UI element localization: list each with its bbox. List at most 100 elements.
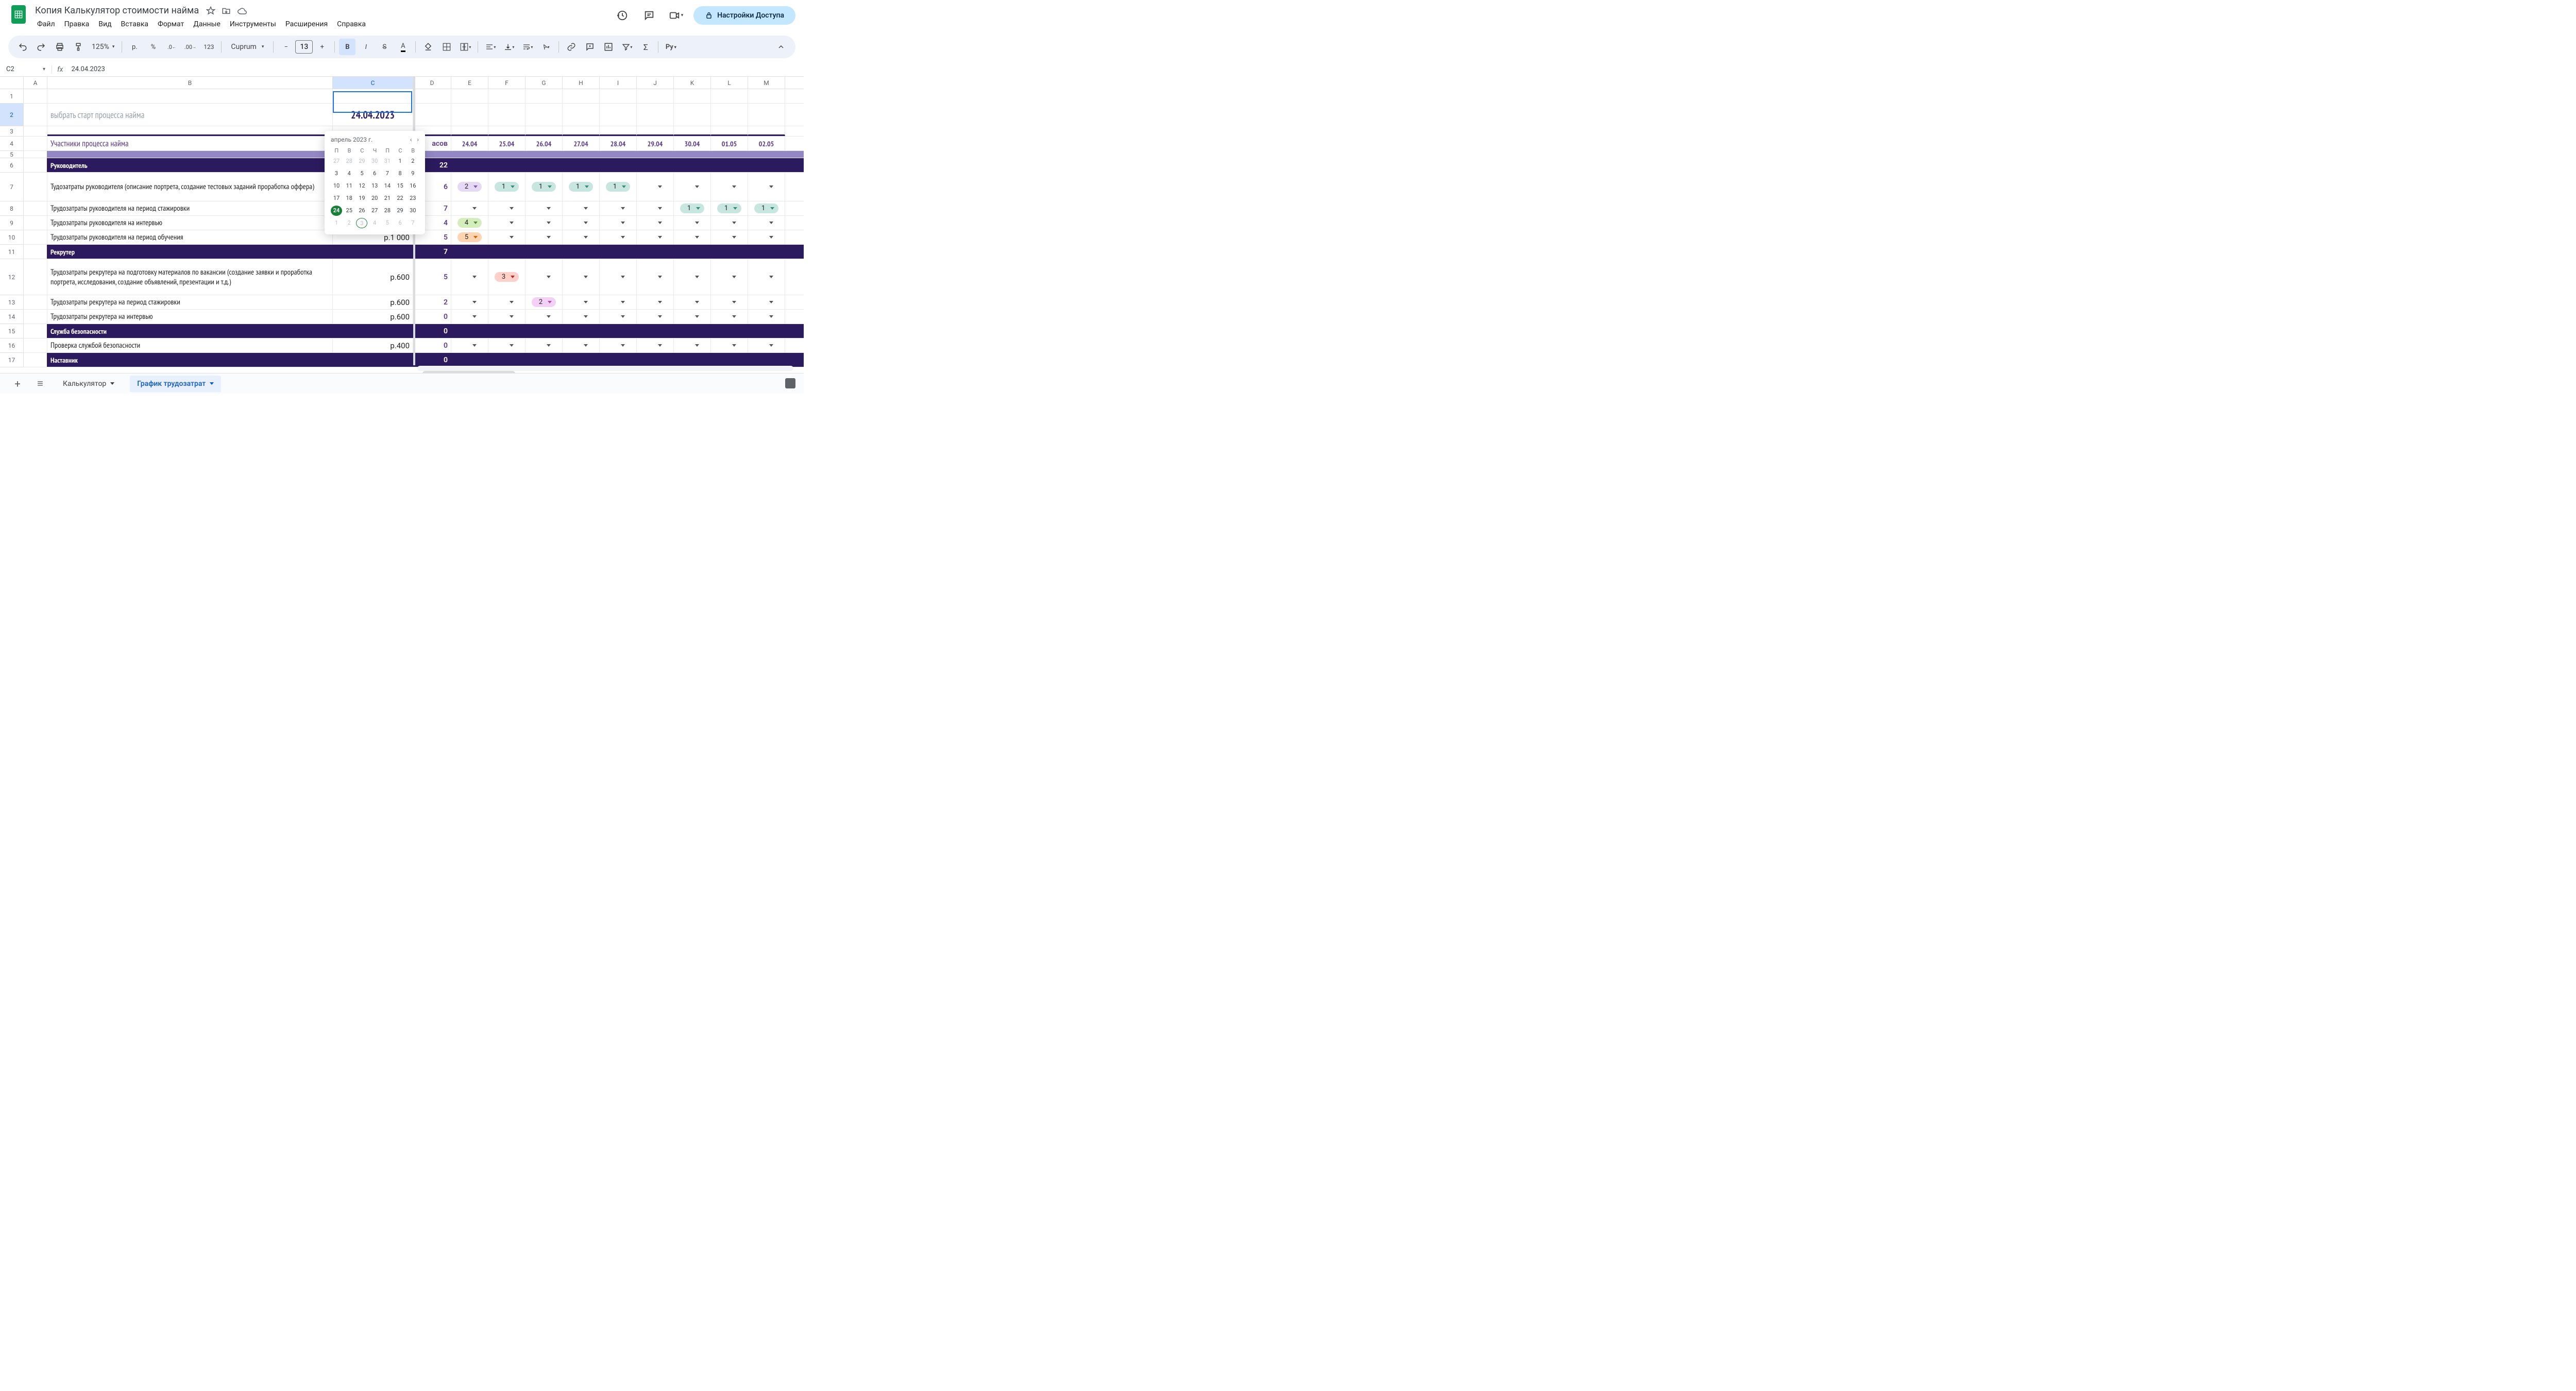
dp-day-22[interactable]: 22	[395, 193, 406, 203]
menu-вставка[interactable]: Вставка	[117, 18, 152, 30]
move-icon[interactable]	[222, 6, 231, 15]
chip-cell[interactable]	[526, 338, 563, 352]
dropdown-chip[interactable]	[495, 343, 519, 348]
italic-button[interactable]: I	[358, 39, 374, 55]
undo-button[interactable]	[14, 39, 31, 55]
dp-day-2[interactable]: 2	[407, 156, 418, 166]
chip-cell[interactable]	[563, 216, 600, 230]
chip-cell[interactable]	[563, 230, 600, 244]
dp-prev[interactable]: ‹	[410, 136, 412, 143]
strike-button[interactable]: S	[376, 39, 393, 55]
dropdown-chip[interactable]	[569, 275, 593, 279]
history-icon[interactable]	[613, 6, 632, 25]
zoom-select[interactable]: 125%▾	[89, 43, 117, 51]
chip-cell[interactable]	[637, 173, 674, 201]
dropdown-chip[interactable]	[495, 314, 519, 319]
row-header-6[interactable]: 6	[0, 158, 24, 173]
chip-cell[interactable]	[563, 338, 600, 352]
dropdown-chip[interactable]	[606, 314, 630, 319]
dropdown-chip[interactable]	[643, 300, 667, 304]
chip-cell[interactable]: 5	[451, 230, 488, 244]
dropdown-chip[interactable]	[755, 275, 778, 279]
dropdown-chip[interactable]: 1	[569, 182, 593, 192]
chip-cell[interactable]	[674, 230, 711, 244]
menu-справка[interactable]: Справка	[333, 18, 370, 30]
dropdown-chip[interactable]	[458, 275, 482, 279]
increase-decimal[interactable]: .00→	[182, 39, 198, 55]
dropdown-chip[interactable]: 1	[754, 203, 778, 213]
all-sheets-button[interactable]: ≡	[33, 377, 47, 390]
row-header-7[interactable]: 7	[0, 173, 24, 201]
row-header-3[interactable]: 3	[0, 126, 24, 137]
meet-icon[interactable]: ▾	[667, 6, 685, 25]
star-icon[interactable]	[206, 6, 215, 15]
decrease-decimal[interactable]: .0←	[163, 39, 180, 55]
functions-button[interactable]: Σ	[637, 39, 654, 55]
dp-day-28[interactable]: 28	[344, 156, 355, 166]
dropdown-chip[interactable]	[532, 235, 556, 240]
fill-color-button[interactable]	[420, 39, 436, 55]
filter-button[interactable]: ▾	[619, 39, 635, 55]
format-123[interactable]: 123	[200, 39, 217, 55]
dropdown-chip[interactable]	[718, 235, 741, 240]
dropdown-chip[interactable]: 1	[717, 203, 741, 213]
dp-day-30[interactable]: 30	[407, 206, 418, 216]
dropdown-chip[interactable]	[569, 343, 593, 348]
dropdown-chip[interactable]	[495, 235, 519, 240]
font-select[interactable]: Cuprum▾	[226, 43, 269, 51]
dropdown-chip[interactable]: 1	[680, 203, 704, 213]
col-header-D[interactable]: D	[413, 77, 451, 89]
cell-c2-active[interactable]: 24.04.2023	[333, 104, 413, 126]
dropdown-chip[interactable]	[532, 343, 556, 348]
row-header-17[interactable]: 17	[0, 353, 24, 367]
chip-cell[interactable]	[526, 259, 563, 295]
wrap-button[interactable]: ▾	[519, 39, 536, 55]
chip-cell[interactable]	[748, 173, 785, 201]
chip-cell[interactable]	[600, 201, 637, 215]
dropdown-chip[interactable]	[532, 220, 556, 225]
collapse-toolbar[interactable]	[773, 39, 789, 55]
sheet-tab-calculator[interactable]: Калькулятор	[56, 376, 122, 392]
dropdown-chip[interactable]	[606, 235, 630, 240]
chip-cell[interactable]	[563, 310, 600, 324]
col-header-K[interactable]: K	[674, 77, 711, 89]
dp-day-26[interactable]: 26	[356, 206, 367, 216]
chip-cell[interactable]	[748, 295, 785, 309]
dropdown-chip[interactable]	[532, 275, 556, 279]
chip-cell[interactable]	[451, 338, 488, 352]
col-header-M[interactable]: M	[748, 77, 785, 89]
dp-day-13[interactable]: 13	[369, 181, 380, 191]
chip-cell[interactable]	[451, 295, 488, 309]
dp-day-5[interactable]: 5	[356, 168, 367, 179]
row-header-11[interactable]: 11	[0, 245, 24, 259]
dropdown-chip[interactable]	[681, 314, 704, 319]
section-security[interactable]: Служба безопасности	[47, 324, 333, 338]
chip-cell[interactable]	[600, 216, 637, 230]
chip-cell[interactable]	[526, 230, 563, 244]
chip-cell[interactable]	[711, 310, 748, 324]
dropdown-chip[interactable]	[643, 343, 667, 348]
chip-cell[interactable]	[711, 259, 748, 295]
section-mentor[interactable]: Наставник	[47, 353, 333, 367]
dropdown-chip[interactable]	[495, 206, 519, 211]
chip-cell[interactable]	[563, 295, 600, 309]
row-header-4[interactable]: 4	[0, 137, 24, 151]
dropdown-chip[interactable]: 2	[457, 182, 482, 192]
dropdown-chip[interactable]	[643, 314, 667, 319]
dp-day-12[interactable]: 12	[356, 181, 367, 191]
dropdown-chip[interactable]	[495, 220, 519, 225]
cell-b2[interactable]: выбрать старт процесса найма	[47, 104, 333, 126]
dropdown-chip[interactable]	[681, 220, 704, 225]
chip-cell[interactable]	[637, 259, 674, 295]
dropdown-chip[interactable]: 1	[606, 182, 630, 192]
chip-cell[interactable]: 1	[748, 201, 785, 215]
chip-cell[interactable]	[488, 310, 526, 324]
share-button[interactable]: Настройки Доступа	[693, 6, 795, 25]
chip-cell[interactable]	[748, 230, 785, 244]
dropdown-chip[interactable]	[569, 314, 593, 319]
dropdown-chip[interactable]	[569, 235, 593, 240]
menu-расширения[interactable]: Расширения	[281, 18, 332, 30]
halign-button[interactable]: ▾	[482, 39, 499, 55]
dropdown-chip[interactable]	[569, 206, 593, 211]
chip-cell[interactable]	[563, 259, 600, 295]
